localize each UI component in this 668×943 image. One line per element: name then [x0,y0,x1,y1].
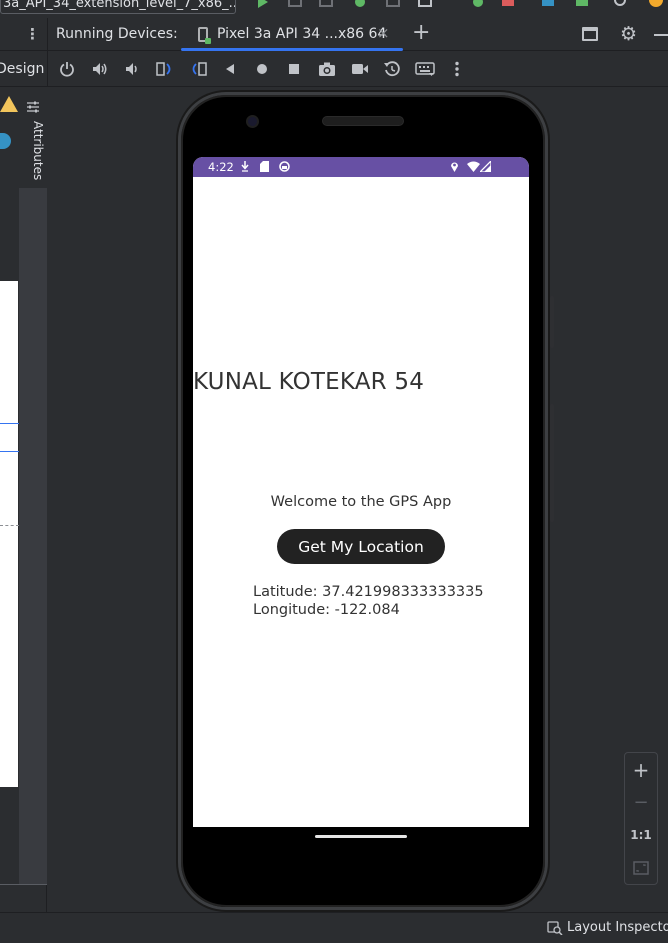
debug-icon[interactable] [352,0,368,8]
design-tab[interactable]: Design [0,61,44,77]
rotate-left-icon[interactable] [155,59,175,79]
divider [0,884,47,885]
dashed-guide [0,525,19,526]
sd-card-icon [260,161,269,172]
more-options-icon[interactable]: ⋮ [25,27,40,42]
attributes-sidebar-tab[interactable]: Attributes [19,88,47,188]
power-icon[interactable] [57,59,77,79]
selection-guide [0,423,19,452]
gear-icon[interactable]: ⚙ [620,23,637,45]
download-icon [241,161,249,172]
wifi-icon [467,161,480,172]
screen-record-icon[interactable] [350,59,370,79]
layout-inspector-button[interactable]: Layout Inspector [567,920,668,935]
sync-icon[interactable] [470,0,486,8]
coordinates-text: Latitude: 37.421998333333335 Longitude: … [253,583,484,619]
attributes-label: Attributes [31,121,45,181]
tab-label: Pixel 3a API 34 ...x86 64 [217,26,387,42]
minimize-icon[interactable] [654,34,668,36]
window-layout-icon[interactable] [582,27,598,41]
android-status-bar: 4:22 [193,157,529,177]
volume-down-icon[interactable] [122,59,142,79]
apply-changes-icon[interactable] [318,0,334,8]
gesture-nav-bar[interactable] [315,835,407,838]
divider [47,18,48,51]
status-time: 4:22 [208,160,234,174]
add-tab-icon[interactable]: + [412,22,430,44]
rotate-right-icon[interactable] [188,59,208,79]
overview-icon[interactable] [284,59,304,79]
longitude-text: Longitude: -122.084 [253,602,400,618]
more-icon[interactable] [447,59,467,79]
design-preview-sheet [0,281,18,787]
warning-icon[interactable] [0,96,18,112]
zoom-controls: + − 1:1 [624,752,658,885]
run-config-dropdown[interactable]: 3a_API_34_extension_level_7_x86_... [0,0,236,14]
volume-up-icon[interactable] [90,59,110,79]
device-icon [198,27,211,44]
debug-coverage-icon[interactable] [287,0,303,8]
signal-icon [480,161,491,172]
get-location-button[interactable]: Get My Location [277,529,445,564]
zoom-in-button[interactable]: + [625,756,657,784]
divider [47,51,48,87]
close-icon[interactable]: × [377,24,390,42]
stop-icon[interactable] [500,0,516,8]
run-icon[interactable] [255,0,271,8]
earpiece-speaker [322,116,404,126]
search-icon[interactable] [613,0,629,8]
app-heading: KUNAL KOTEKAR 54 [193,369,425,395]
zoom-actual-size-button[interactable]: 1:1 [625,821,657,849]
front-camera [246,115,259,128]
attributes-strip [19,188,47,884]
emulator-toolbar: Design [0,51,668,87]
sdk-manager-icon[interactable] [574,0,590,8]
profiler-icon[interactable] [417,0,433,8]
snapshot-icon[interactable] [382,59,402,79]
device-manager-icon[interactable] [540,0,556,8]
location-icon [451,162,458,172]
device-screen[interactable]: 4:22 KUNAL KOTEKAR 54 Welcome to the GPS… [193,157,529,827]
back-icon[interactable] [220,59,240,79]
running-devices-title: Running Devices: [56,26,178,42]
layout-inspector-icon [547,921,563,935]
volume-side-button [550,404,554,522]
android-system-icon [279,161,290,172]
attach-icon[interactable] [385,0,401,8]
home-icon[interactable] [252,59,272,79]
ide-status-bar: Layout Inspector [0,912,668,943]
zoom-out-button[interactable]: − [625,788,657,816]
tab-pixel-3a[interactable]: Pixel 3a API 34 ...x86 64 × [181,18,403,51]
zoom-fit-button[interactable] [625,854,657,882]
notification-icon[interactable] [648,0,664,8]
sliders-icon [27,101,39,113]
fit-screen-icon [633,861,649,875]
welcome-text: Welcome to the GPS App [270,494,452,510]
latitude-text: Latitude: 37.421998333333335 [253,584,484,600]
keyboard-icon[interactable] [415,59,435,79]
screenshot-icon[interactable] [317,59,337,79]
power-side-button [550,296,554,348]
run-toolbar: 3a_API_34_extension_level_7_x86_... [0,0,668,18]
running-devices-tabbar: ⋮ Running Devices: Pixel 3a API 34 ...x8… [0,18,668,51]
